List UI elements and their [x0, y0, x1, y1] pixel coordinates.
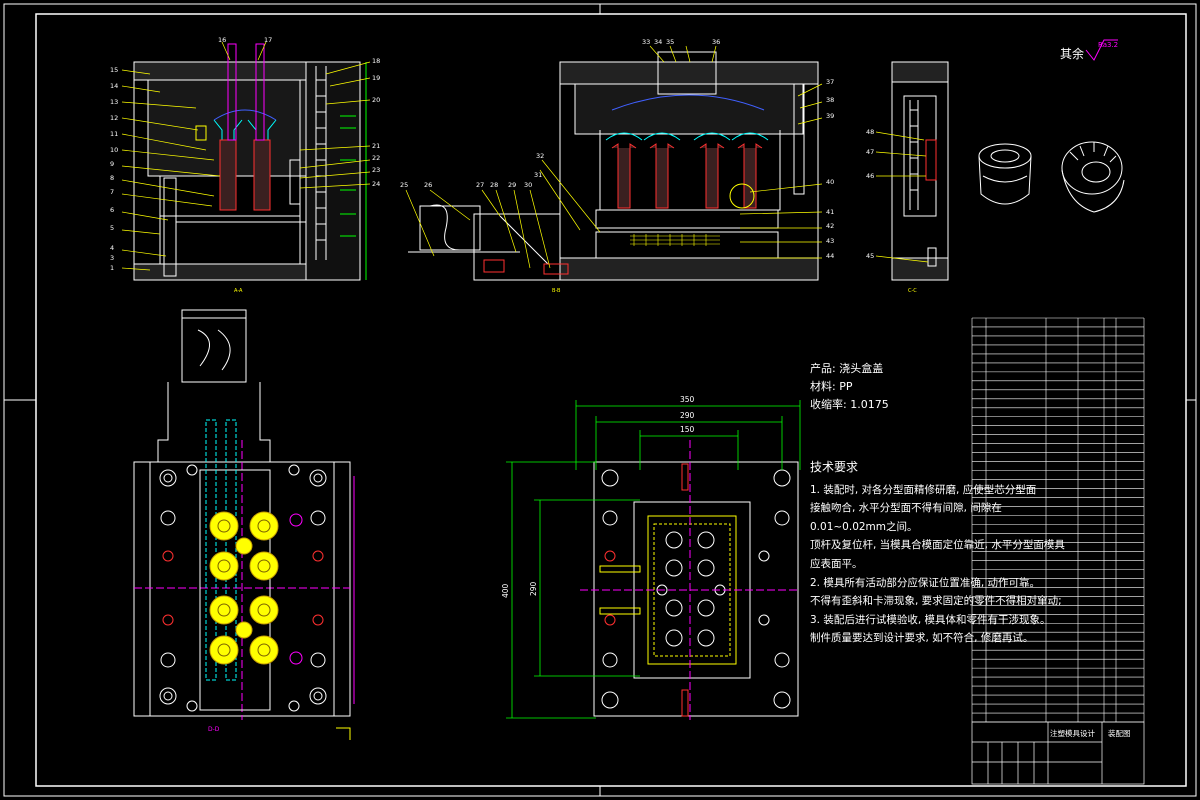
part-number: 24 [372, 180, 380, 188]
tech-requirement-line: 3. 装配后进行试模验收, 模具体和零件有干涉现象。 [810, 613, 1051, 626]
part-number: 9 [110, 160, 114, 168]
part-number: 46 [866, 172, 874, 180]
tech-requirements: 技术要求 1. 装配时, 对各分型面精修研磨, 应使型芯分型面 接触吻合, 水平… [810, 458, 1065, 648]
tech-requirement-line: 1. 装配时, 对各分型面精修研磨, 应使型芯分型面 [810, 483, 1037, 496]
part-number: 10 [110, 146, 118, 154]
view-label-a-a: A-A [234, 288, 243, 294]
part-number: 6 [110, 206, 114, 214]
view-label-c-c: C-C [908, 288, 917, 294]
part-number: 41 [826, 208, 834, 216]
roughness-label: 其余 [1060, 46, 1084, 61]
title-block-drawing: 装配图 [1108, 728, 1131, 738]
product-name: 产品: 浇头盒盖 [810, 362, 884, 375]
part-number: 45 [866, 252, 874, 260]
product-info: 产品: 浇头盒盖 材料: PP 收缩率: 1.0175 [810, 360, 889, 414]
dim-400: 400 [501, 583, 510, 598]
part-number: 18 [372, 57, 380, 65]
part-number: 1 [110, 264, 114, 272]
part-number: 31 [534, 171, 542, 179]
view-b-b [405, 45, 823, 281]
part-number: 29 [508, 181, 516, 189]
title-block-name: 注塑模具设计 [1050, 728, 1095, 738]
part-number: 28 [490, 181, 498, 189]
tech-requirement-line: 2. 模具所有活动部分应保证位置准确, 动作可靠。 [810, 576, 1041, 589]
part-number: 33 [642, 38, 650, 46]
part-number: 25 [400, 181, 408, 189]
tech-requirements-title: 技术要求 [810, 460, 859, 474]
dim-290-vertical: 290 [529, 581, 538, 596]
part-number: 26 [424, 181, 432, 189]
part-number: 17 [264, 36, 272, 44]
roughness-value: Ra3.2 [1098, 41, 1118, 49]
part-number: 3 [110, 254, 114, 262]
part-number: 13 [110, 98, 118, 106]
part-number: 36 [712, 38, 720, 46]
part-number: 22 [372, 154, 380, 162]
view-c-c-part-numbers: 48 47 46 45 [866, 128, 874, 260]
dim-350: 350 [680, 395, 695, 404]
part-number: 30 [524, 181, 532, 189]
part-number: 37 [826, 78, 834, 86]
view-c-c [875, 61, 949, 281]
part-number: 47 [866, 148, 874, 156]
part-number: 21 [372, 142, 380, 150]
roughness-symbol: 其余 Ra3.2 [1060, 39, 1118, 61]
part-number: 19 [372, 74, 380, 82]
product-shrinkage: 收缩率: 1.0175 [810, 398, 889, 411]
part-number: 43 [826, 237, 834, 245]
tech-requirement-line: 顶杆及复位杆, 当模具合模面定位靠近, 水平分型面模具 [810, 539, 1065, 552]
part-number: 16 [218, 36, 226, 44]
part-number: 12 [110, 114, 118, 122]
part-number: 35 [666, 38, 674, 46]
part-number: 4 [110, 244, 114, 252]
dimension-lines [506, 400, 801, 719]
part-number: 20 [372, 96, 380, 104]
tech-requirement-line: 不得有歪斜和卡滞现象, 要求固定的零件不得相对窜动; [810, 595, 1062, 608]
part-number: 44 [826, 252, 834, 260]
part-number: 40 [826, 178, 834, 186]
part-number: 23 [372, 166, 380, 174]
part-number: 27 [476, 181, 484, 189]
dim-150: 150 [680, 425, 695, 434]
tech-requirement-line: 接触吻合, 水平分型面不得有间隙, 间隙在 [810, 502, 1002, 515]
cad-drawing-canvas: 15 14 13 12 11 10 9 8 7 6 5 4 3 1 16 17 … [3, 3, 1197, 797]
part-number: 34 [654, 38, 662, 46]
part-number: 32 [536, 152, 544, 160]
part-number: 7 [110, 188, 114, 196]
part-number: 5 [110, 224, 114, 232]
part-number: 8 [110, 174, 114, 182]
part-number: 39 [826, 112, 834, 120]
view-label-b-b: B-B [552, 288, 561, 294]
part-number: 11 [110, 130, 118, 138]
dim-290: 290 [680, 411, 695, 420]
section-label-d-d: D-D [208, 726, 220, 733]
part-number: 48 [866, 128, 874, 136]
part-number: 42 [826, 222, 834, 230]
part-number: 38 [826, 96, 834, 104]
tech-requirement-line: 应表面平。 [810, 557, 863, 570]
part-number: 14 [110, 82, 118, 90]
tech-requirement-line: 制件质量要达到设计要求, 如不符合, 修磨再试。 [810, 632, 1034, 645]
view-a-a [121, 41, 371, 281]
product-3d-sketch [978, 141, 1125, 213]
tech-requirement-line: 0.01~0.02mm之间。 [810, 520, 918, 533]
product-material: 材料: PP [810, 380, 853, 393]
part-number: 15 [110, 66, 118, 74]
plan-view [580, 440, 800, 720]
